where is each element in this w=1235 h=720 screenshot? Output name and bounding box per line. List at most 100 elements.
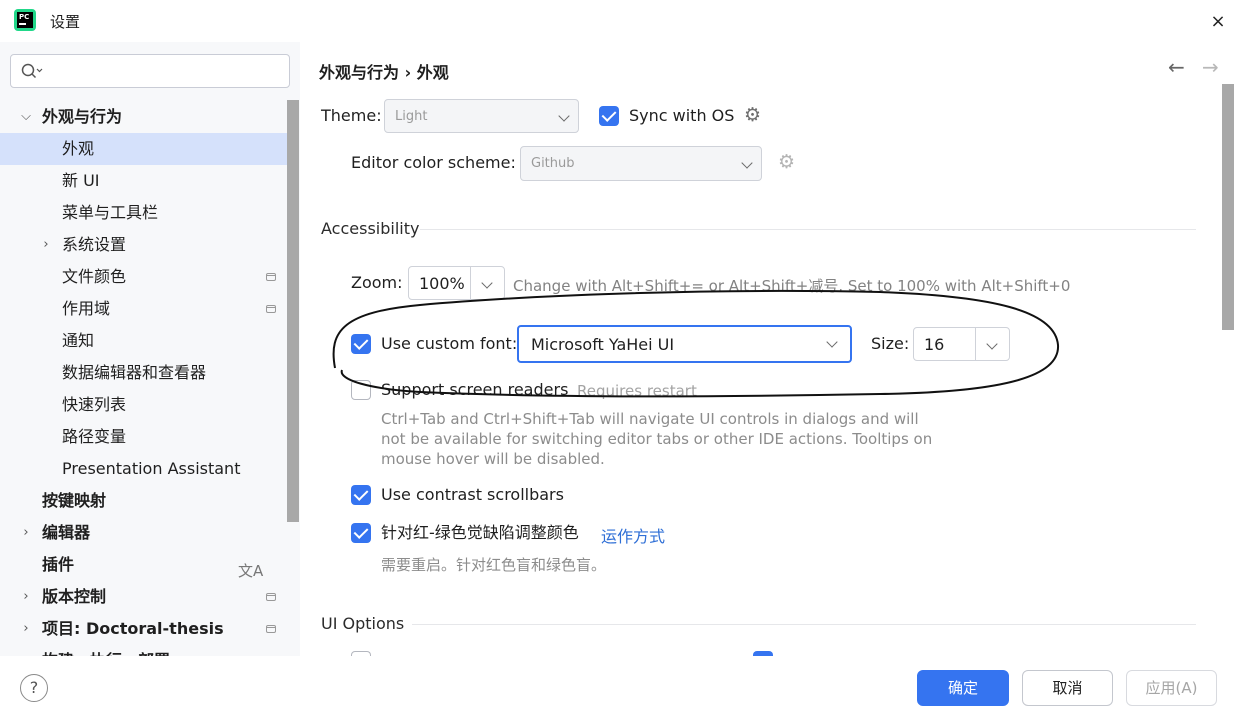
search-icon (21, 63, 43, 79)
editor-scheme-label: Editor color scheme: (351, 153, 516, 172)
chevron-down-icon (558, 110, 570, 122)
project-scope-icon (266, 273, 276, 281)
tree-item-label: 菜单与工具栏 (62, 203, 159, 222)
tree-item-appearance-behavior[interactable]: ⌵ 外观与行为 (0, 101, 287, 133)
tree-item-label: 构建、执行、部署 (42, 645, 170, 656)
tree-item-label: 快速列表 (62, 395, 127, 414)
tree-item-label: 外观 (62, 139, 95, 158)
contrast-scrollbars-label: Use contrast scrollbars (381, 485, 564, 504)
custom-font-checkbox[interactable] (351, 334, 371, 354)
tree-item-new-ui[interactable]: 新 UI (0, 165, 287, 197)
cancel-button[interactable]: 取消 (1022, 670, 1113, 706)
zoom-hint: Change with Alt+Shift+= or Alt+Shift+减号.… (513, 277, 1071, 295)
screen-readers-description: Ctrl+Tab and Ctrl+Shift+Tab will navigat… (381, 410, 933, 468)
tree-item-label: 外观与行为 (42, 107, 123, 126)
tree-item-label: 通知 (62, 331, 95, 350)
ok-button[interactable]: 确定 (917, 670, 1009, 706)
zoom-select[interactable]: 100% (408, 266, 505, 300)
tree-item-keymap[interactable]: 按键映射 (0, 485, 287, 517)
breadcrumb: 外观与行为 › 外观 (319, 63, 449, 82)
tree-item-label: 插件 (42, 555, 75, 574)
chevron-right-icon: › (23, 525, 29, 540)
gear-icon[interactable]: ⚙ (744, 104, 761, 126)
zoom-label: Zoom: (351, 273, 403, 292)
tree-item-appearance[interactable]: 外观 (0, 133, 287, 165)
tree-item-quick-lists[interactable]: 快速列表 (0, 389, 287, 421)
tree-item-path-variables[interactable]: 路径变量 (0, 421, 287, 453)
editor-scheme-select[interactable]: Github (520, 146, 762, 181)
tree-item-label: 路径变量 (62, 427, 127, 446)
tree-item-label: 项目: Doctoral-thesis (42, 619, 224, 638)
tree-item-plugins[interactable]: 插件 文A (0, 549, 287, 581)
section-divider (412, 624, 1196, 625)
sync-os-label: Sync with OS (629, 106, 735, 125)
section-divider (420, 229, 1196, 230)
tree-item-data-editors[interactable]: 数据编辑器和查看器 (0, 357, 287, 389)
project-scope-icon (266, 625, 276, 633)
tree-item-build-execution[interactable]: › 构建、执行、部署 (0, 645, 287, 656)
project-scope-icon (266, 305, 276, 313)
back-arrow-icon[interactable]: ← (1168, 55, 1185, 79)
chevron-down-icon (826, 336, 838, 348)
help-icon[interactable]: ? (20, 674, 48, 702)
tree-item-project[interactable]: › 项目: Doctoral-thesis (0, 613, 287, 645)
contrast-scrollbars-checkbox[interactable] (351, 485, 371, 505)
sidebar-scrollbar[interactable] (287, 100, 299, 522)
screen-readers-checkbox[interactable] (351, 380, 371, 400)
requires-restart-hint: Requires restart (577, 382, 697, 400)
font-size-label: Size: (871, 334, 910, 353)
chevron-down-icon (741, 157, 753, 169)
forward-arrow-icon[interactable]: → (1202, 55, 1219, 79)
tree-item-label: 文件颜色 (62, 267, 127, 286)
chevron-down-icon (481, 277, 493, 289)
tree-item-editor[interactable]: › 编辑器 (0, 517, 287, 549)
tree-item-label: 版本控制 (42, 587, 107, 606)
colorblind-checkbox[interactable] (351, 523, 371, 543)
tree-item-notifications[interactable]: 通知 (0, 325, 287, 357)
tree-item-scopes[interactable]: 作用域 (0, 293, 287, 325)
sync-os-checkbox[interactable] (599, 106, 619, 126)
pycharm-app-icon: PC (14, 9, 36, 31)
chevron-down-icon: ⌵ (21, 109, 31, 124)
screen-readers-label: Support screen readers (381, 380, 569, 399)
gear-icon: ⚙ (778, 151, 796, 173)
theme-select[interactable]: Light (384, 99, 579, 133)
tree-item-label: 编辑器 (42, 523, 91, 542)
theme-label: Theme: (321, 106, 382, 125)
content-scrollbar[interactable] (1222, 84, 1234, 330)
custom-font-label: Use custom font: (381, 334, 518, 353)
chevron-right-icon: › (19, 645, 33, 656)
settings-search-input[interactable] (10, 54, 290, 88)
colorblind-label: 针对红-绿色觉缺陷调整颜色 (381, 523, 579, 542)
custom-font-select[interactable]: Microsoft YaHei UI (517, 325, 852, 363)
title-bar (0, 0, 1235, 42)
tree-item-label: 系统设置 (62, 235, 127, 254)
tree-item-label: 按键映射 (42, 491, 107, 510)
theme-value: Light (395, 109, 428, 124)
font-size-select[interactable]: 16 (913, 327, 1010, 361)
window-title: 设置 (50, 13, 81, 31)
apply-button[interactable]: 应用(A) (1126, 670, 1217, 706)
project-scope-icon (266, 593, 276, 601)
close-icon[interactable]: × (1206, 10, 1230, 34)
tree-item-label: 数据编辑器和查看器 (62, 363, 207, 382)
combo-divider (470, 267, 471, 299)
colorblind-description: 需要重启。针对红色盲和绿色盲。 (381, 556, 607, 574)
tree-item-system-settings[interactable]: › 系统设置 (0, 229, 287, 261)
tree-item-presentation-assistant[interactable]: Presentation Assistant (0, 453, 287, 485)
custom-font-value: Microsoft YaHei UI (531, 335, 675, 354)
tree-item-label: 新 UI (62, 171, 100, 190)
chevron-right-icon: › (23, 621, 29, 636)
tree-item-menus-toolbars[interactable]: 菜单与工具栏 (0, 197, 287, 229)
tree-item-label: 作用域 (62, 299, 111, 318)
chevron-right-icon: › (23, 589, 29, 604)
ui-options-section-title: UI Options (321, 614, 405, 633)
tree-item-label: Presentation Assistant (62, 459, 241, 478)
accessibility-section-title: Accessibility (321, 219, 420, 238)
tree-item-version-control[interactable]: › 版本控制 (0, 581, 287, 613)
how-it-works-link[interactable]: 运作方式 (601, 523, 665, 547)
chevron-right-icon: › (43, 237, 49, 252)
chevron-down-icon (986, 338, 998, 350)
tree-item-file-colors[interactable]: 文件颜色 (0, 261, 287, 293)
combo-divider (975, 328, 976, 360)
